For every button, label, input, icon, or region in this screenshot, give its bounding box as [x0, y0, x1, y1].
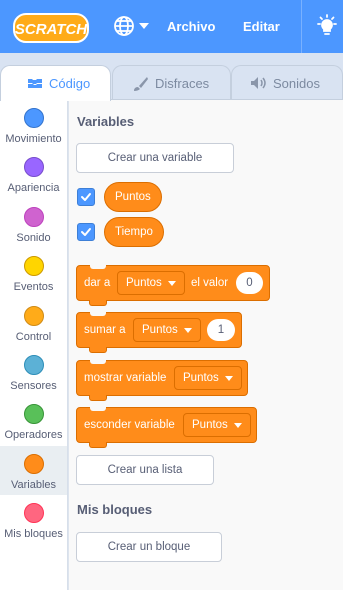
dropdown-caret-icon [168, 281, 176, 286]
category-label: Eventos [13, 281, 54, 293]
tab-sounds[interactable]: Sonidos [231, 65, 343, 101]
brush-icon [133, 76, 149, 91]
language-caret-icon[interactable] [139, 23, 149, 29]
block-text: esconder variable [84, 419, 175, 431]
set-variable-block[interactable]: dar a Puntos el valor 0 [76, 265, 270, 306]
tab-costumes[interactable]: Disfraces [112, 65, 231, 101]
block-text: mostrar variable [84, 372, 167, 384]
category-dot [24, 503, 44, 523]
variable-dropdown[interactable]: Puntos [117, 271, 185, 295]
category-dot [24, 404, 44, 424]
variable-checkbox[interactable] [77, 223, 95, 241]
create-variable-button[interactable]: Crear una variable [76, 143, 234, 173]
menu-bar: SCRATCH Archivo Editar [0, 0, 343, 53]
variable-dropdown[interactable]: Puntos [133, 318, 201, 342]
category-operators[interactable]: Operadores [0, 396, 67, 445]
category-sound[interactable]: Sonido [0, 199, 67, 248]
my-blocks-heading: Mis bloques [77, 502, 153, 517]
value-input[interactable]: 0 [236, 272, 263, 294]
category-variables[interactable]: Variables [0, 446, 67, 495]
lightbulb-icon[interactable] [314, 13, 340, 39]
block-text: el valor [191, 277, 229, 289]
block-notch [89, 395, 107, 401]
dropdown-caret-icon [234, 423, 242, 428]
edit-menu[interactable]: Editar [243, 19, 280, 34]
block-notch [89, 300, 107, 306]
create-list-button[interactable]: Crear una lista [76, 455, 214, 485]
show-variable-block[interactable]: mostrar variable Puntos [76, 360, 248, 401]
speaker-icon [250, 76, 266, 90]
category-label: Operadores [4, 429, 63, 441]
dropdown-value: Puntos [126, 277, 162, 289]
category-events[interactable]: Eventos [0, 248, 67, 297]
block-notch [89, 442, 107, 448]
logo-text: SCRATCH [15, 21, 88, 38]
block-notch [90, 265, 106, 269]
block-text: sumar a [84, 324, 126, 336]
category-label: Sensores [10, 380, 57, 392]
category-sensing[interactable]: Sensores [0, 347, 67, 396]
code-area: Movimiento Apariencia Sonido Eventos Con… [0, 99, 343, 590]
dropdown-value: Puntos [183, 372, 219, 384]
category-label: Apariencia [7, 182, 60, 194]
dropdown-value: Puntos [142, 324, 178, 336]
variable-dropdown[interactable]: Puntos [183, 413, 251, 437]
category-dot [24, 454, 44, 474]
tab-code[interactable]: Código [0, 65, 111, 101]
variables-heading: Variables [77, 114, 135, 129]
file-menu[interactable]: Archivo [167, 19, 215, 34]
block-notch [89, 347, 107, 353]
hide-variable-block[interactable]: esconder variable Puntos [76, 407, 257, 448]
category-label: Movimiento [5, 133, 62, 145]
tab-code-label: Código [49, 76, 91, 91]
blocks-flyout: Variables Crear una variable Puntos Tiem… [68, 100, 343, 590]
menu-divider [301, 0, 302, 53]
globe-icon[interactable] [113, 15, 135, 37]
category-label: Sonido [16, 232, 51, 244]
code-icon [27, 76, 43, 90]
category-my-blocks[interactable]: Mis bloques [0, 495, 67, 544]
block-notch [90, 312, 106, 316]
variable-dropdown[interactable]: Puntos [174, 366, 242, 390]
block-notch [90, 407, 106, 411]
create-block-button[interactable]: Crear un bloque [76, 532, 222, 562]
category-label: Control [15, 331, 52, 343]
value-input[interactable]: 1 [207, 319, 235, 341]
category-menu: Movimiento Apariencia Sonido Eventos Con… [0, 100, 68, 590]
dropdown-caret-icon [184, 328, 192, 333]
category-control[interactable]: Control [0, 298, 67, 347]
category-dot [24, 355, 44, 375]
variable-checkbox[interactable] [77, 188, 95, 206]
tab-sounds-label: Sonidos [273, 76, 320, 91]
change-variable-block[interactable]: sumar a Puntos 1 [76, 312, 242, 353]
category-dot [24, 256, 44, 276]
category-dot [24, 207, 44, 227]
category-label: Variables [10, 479, 57, 491]
category-dot [24, 108, 44, 128]
tab-costumes-label: Disfraces [155, 76, 210, 91]
variable-reporter[interactable]: Puntos [104, 182, 162, 212]
block-notch [90, 360, 106, 364]
editor-tabs: Código Disfraces Sonidos [0, 53, 343, 101]
category-dot [24, 157, 44, 177]
dropdown-value: Puntos [192, 419, 228, 431]
dropdown-caret-icon [225, 376, 233, 381]
block-text: dar a [84, 277, 111, 289]
category-label: Mis bloques [4, 528, 63, 540]
category-dot [24, 306, 44, 326]
category-motion[interactable]: Movimiento [0, 100, 67, 149]
category-looks[interactable]: Apariencia [0, 149, 67, 198]
scratch-logo[interactable]: SCRATCH [13, 12, 89, 44]
variable-reporter[interactable]: Tiempo [104, 217, 164, 247]
